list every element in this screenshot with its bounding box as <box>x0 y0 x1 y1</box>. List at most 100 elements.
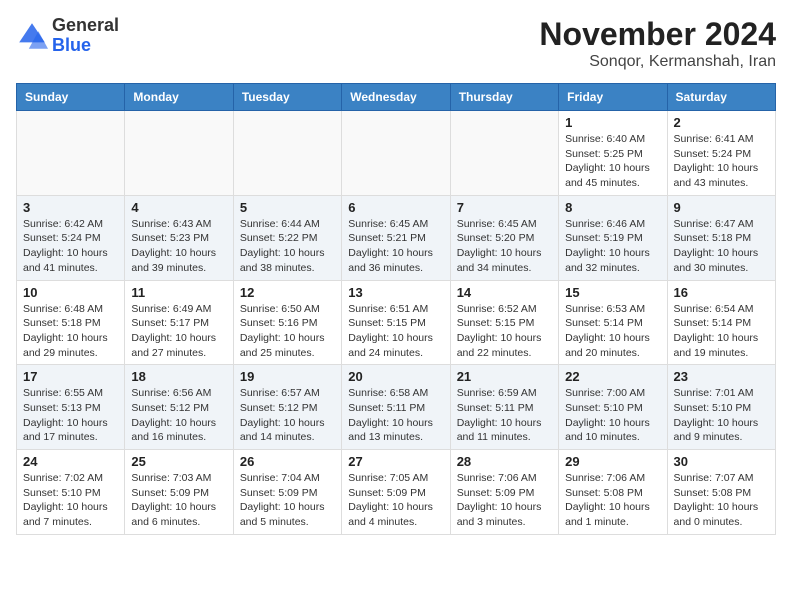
day-info: Sunrise: 6:46 AM Sunset: 5:19 PM Dayligh… <box>565 217 660 276</box>
day-number: 24 <box>23 454 118 469</box>
week-row-2: 3 Sunrise: 6:42 AM Sunset: 5:24 PM Daylig… <box>17 195 776 280</box>
day-number: 29 <box>565 454 660 469</box>
day-number: 10 <box>23 285 118 300</box>
day-info: Sunrise: 7:05 AM Sunset: 5:09 PM Dayligh… <box>348 471 443 530</box>
day-number: 20 <box>348 369 443 384</box>
day-number: 28 <box>457 454 552 469</box>
day-number: 15 <box>565 285 660 300</box>
day-number: 22 <box>565 369 660 384</box>
week-row-3: 10 Sunrise: 6:48 AM Sunset: 5:18 PM Dayli… <box>17 280 776 365</box>
week-row-1: 1 Sunrise: 6:40 AM Sunset: 5:25 PM Daylig… <box>17 111 776 196</box>
logo-general: General <box>52 15 119 35</box>
calendar-cell: 17Sunrise: 6:55 AM Sunset: 5:13 PM Dayli… <box>17 365 125 450</box>
calendar-cell <box>342 111 450 196</box>
day-info: Sunrise: 7:04 AM Sunset: 5:09 PM Dayligh… <box>240 471 335 530</box>
day-info: Sunrise: 6:51 AM Sunset: 5:15 PM Dayligh… <box>348 302 443 361</box>
calendar-cell: 8 Sunrise: 6:46 AM Sunset: 5:19 PM Daylig… <box>559 195 667 280</box>
calendar-cell: 24Sunrise: 7:02 AM Sunset: 5:10 PM Dayli… <box>17 450 125 535</box>
day-number: 30 <box>674 454 769 469</box>
calendar-table: Sunday Monday Tuesday Wednesday Thursday… <box>16 83 776 535</box>
day-info: Sunrise: 6:56 AM Sunset: 5:12 PM Dayligh… <box>131 386 226 445</box>
header-monday: Monday <box>125 84 233 111</box>
calendar-cell: 15 Sunrise: 6:53 AM Sunset: 5:14 PM Dayli… <box>559 280 667 365</box>
day-info: Sunrise: 6:58 AM Sunset: 5:11 PM Dayligh… <box>348 386 443 445</box>
day-info: Sunrise: 6:52 AM Sunset: 5:15 PM Dayligh… <box>457 302 552 361</box>
day-info: Sunrise: 7:01 AM Sunset: 5:10 PM Dayligh… <box>674 386 769 445</box>
day-info: Sunrise: 6:53 AM Sunset: 5:14 PM Dayligh… <box>565 302 660 361</box>
day-number: 21 <box>457 369 552 384</box>
day-info: Sunrise: 6:54 AM Sunset: 5:14 PM Dayligh… <box>674 302 769 361</box>
day-info: Sunrise: 6:50 AM Sunset: 5:16 PM Dayligh… <box>240 302 335 361</box>
day-info: Sunrise: 6:49 AM Sunset: 5:17 PM Dayligh… <box>131 302 226 361</box>
day-number: 3 <box>23 200 118 215</box>
header-sunday: Sunday <box>17 84 125 111</box>
day-number: 4 <box>131 200 226 215</box>
header-tuesday: Tuesday <box>233 84 341 111</box>
day-number: 18 <box>131 369 226 384</box>
day-number: 2 <box>674 115 769 130</box>
calendar-cell: 22 Sunrise: 7:00 AM Sunset: 5:10 PM Dayli… <box>559 365 667 450</box>
header-thursday: Thursday <box>450 84 558 111</box>
header-friday: Friday <box>559 84 667 111</box>
day-number: 26 <box>240 454 335 469</box>
day-info: Sunrise: 7:03 AM Sunset: 5:09 PM Dayligh… <box>131 471 226 530</box>
calendar-cell: 25 Sunrise: 7:03 AM Sunset: 5:09 PM Dayli… <box>125 450 233 535</box>
calendar-cell <box>233 111 341 196</box>
day-number: 27 <box>348 454 443 469</box>
logo-blue: Blue <box>52 35 91 55</box>
day-info: Sunrise: 6:59 AM Sunset: 5:11 PM Dayligh… <box>457 386 552 445</box>
logo-text: General Blue <box>52 16 119 56</box>
logo: General Blue <box>16 16 119 56</box>
day-info: Sunrise: 6:40 AM Sunset: 5:25 PM Dayligh… <box>565 132 660 191</box>
calendar-cell: 9 Sunrise: 6:47 AM Sunset: 5:18 PM Daylig… <box>667 195 775 280</box>
calendar-cell: 6 Sunrise: 6:45 AM Sunset: 5:21 PM Daylig… <box>342 195 450 280</box>
week-row-4: 17Sunrise: 6:55 AM Sunset: 5:13 PM Dayli… <box>17 365 776 450</box>
calendar-cell: 23 Sunrise: 7:01 AM Sunset: 5:10 PM Dayli… <box>667 365 775 450</box>
calendar-cell: 21 Sunrise: 6:59 AM Sunset: 5:11 PM Dayli… <box>450 365 558 450</box>
day-info: Sunrise: 6:44 AM Sunset: 5:22 PM Dayligh… <box>240 217 335 276</box>
calendar-cell: 27 Sunrise: 7:05 AM Sunset: 5:09 PM Dayli… <box>342 450 450 535</box>
calendar-cell: 18 Sunrise: 6:56 AM Sunset: 5:12 PM Dayli… <box>125 365 233 450</box>
calendar-cell: 29Sunrise: 7:06 AM Sunset: 5:08 PM Dayli… <box>559 450 667 535</box>
day-number: 7 <box>457 200 552 215</box>
day-info: Sunrise: 6:47 AM Sunset: 5:18 PM Dayligh… <box>674 217 769 276</box>
logo-icon <box>16 20 48 52</box>
day-number: 23 <box>674 369 769 384</box>
day-number: 6 <box>348 200 443 215</box>
calendar-cell: 26 Sunrise: 7:04 AM Sunset: 5:09 PM Dayli… <box>233 450 341 535</box>
calendar-cell: 1 Sunrise: 6:40 AM Sunset: 5:25 PM Daylig… <box>559 111 667 196</box>
day-number: 8 <box>565 200 660 215</box>
calendar-cell: 2 Sunrise: 6:41 AM Sunset: 5:24 PM Daylig… <box>667 111 775 196</box>
page-header: General Blue November 2024 Sonqor, Kerma… <box>16 16 776 71</box>
calendar-cell <box>17 111 125 196</box>
calendar-cell: 4 Sunrise: 6:43 AM Sunset: 5:23 PM Daylig… <box>125 195 233 280</box>
title-section: November 2024 Sonqor, Kermanshah, Iran <box>539 16 776 71</box>
calendar-cell: 13 Sunrise: 6:51 AM Sunset: 5:15 PM Dayli… <box>342 280 450 365</box>
calendar-cell: 10 Sunrise: 6:48 AM Sunset: 5:18 PM Dayli… <box>17 280 125 365</box>
day-info: Sunrise: 6:57 AM Sunset: 5:12 PM Dayligh… <box>240 386 335 445</box>
day-number: 25 <box>131 454 226 469</box>
day-number: 13 <box>348 285 443 300</box>
day-number: 9 <box>674 200 769 215</box>
day-info: Sunrise: 6:42 AM Sunset: 5:24 PM Dayligh… <box>23 217 118 276</box>
day-info: Sunrise: 6:55 AM Sunset: 5:13 PM Dayligh… <box>23 386 118 445</box>
day-info: Sunrise: 6:43 AM Sunset: 5:23 PM Dayligh… <box>131 217 226 276</box>
calendar-cell: 7Sunrise: 6:45 AM Sunset: 5:20 PM Daylig… <box>450 195 558 280</box>
calendar-cell: 20 Sunrise: 6:58 AM Sunset: 5:11 PM Dayli… <box>342 365 450 450</box>
day-info: Sunrise: 6:48 AM Sunset: 5:18 PM Dayligh… <box>23 302 118 361</box>
day-number: 14 <box>457 285 552 300</box>
day-info: Sunrise: 6:45 AM Sunset: 5:21 PM Dayligh… <box>348 217 443 276</box>
day-info: Sunrise: 6:41 AM Sunset: 5:24 PM Dayligh… <box>674 132 769 191</box>
calendar-cell: 5Sunrise: 6:44 AM Sunset: 5:22 PM Daylig… <box>233 195 341 280</box>
calendar-cell: 28 Sunrise: 7:06 AM Sunset: 5:09 PM Dayli… <box>450 450 558 535</box>
calendar-cell: 12Sunrise: 6:50 AM Sunset: 5:16 PM Dayli… <box>233 280 341 365</box>
calendar-cell: 30 Sunrise: 7:07 AM Sunset: 5:08 PM Dayli… <box>667 450 775 535</box>
day-info: Sunrise: 7:06 AM Sunset: 5:09 PM Dayligh… <box>457 471 552 530</box>
calendar-cell: 19 Sunrise: 6:57 AM Sunset: 5:12 PM Dayli… <box>233 365 341 450</box>
calendar-cell: 3 Sunrise: 6:42 AM Sunset: 5:24 PM Daylig… <box>17 195 125 280</box>
day-info: Sunrise: 7:00 AM Sunset: 5:10 PM Dayligh… <box>565 386 660 445</box>
day-number: 1 <box>565 115 660 130</box>
day-number: 19 <box>240 369 335 384</box>
day-number: 11 <box>131 285 226 300</box>
day-info: Sunrise: 7:07 AM Sunset: 5:08 PM Dayligh… <box>674 471 769 530</box>
